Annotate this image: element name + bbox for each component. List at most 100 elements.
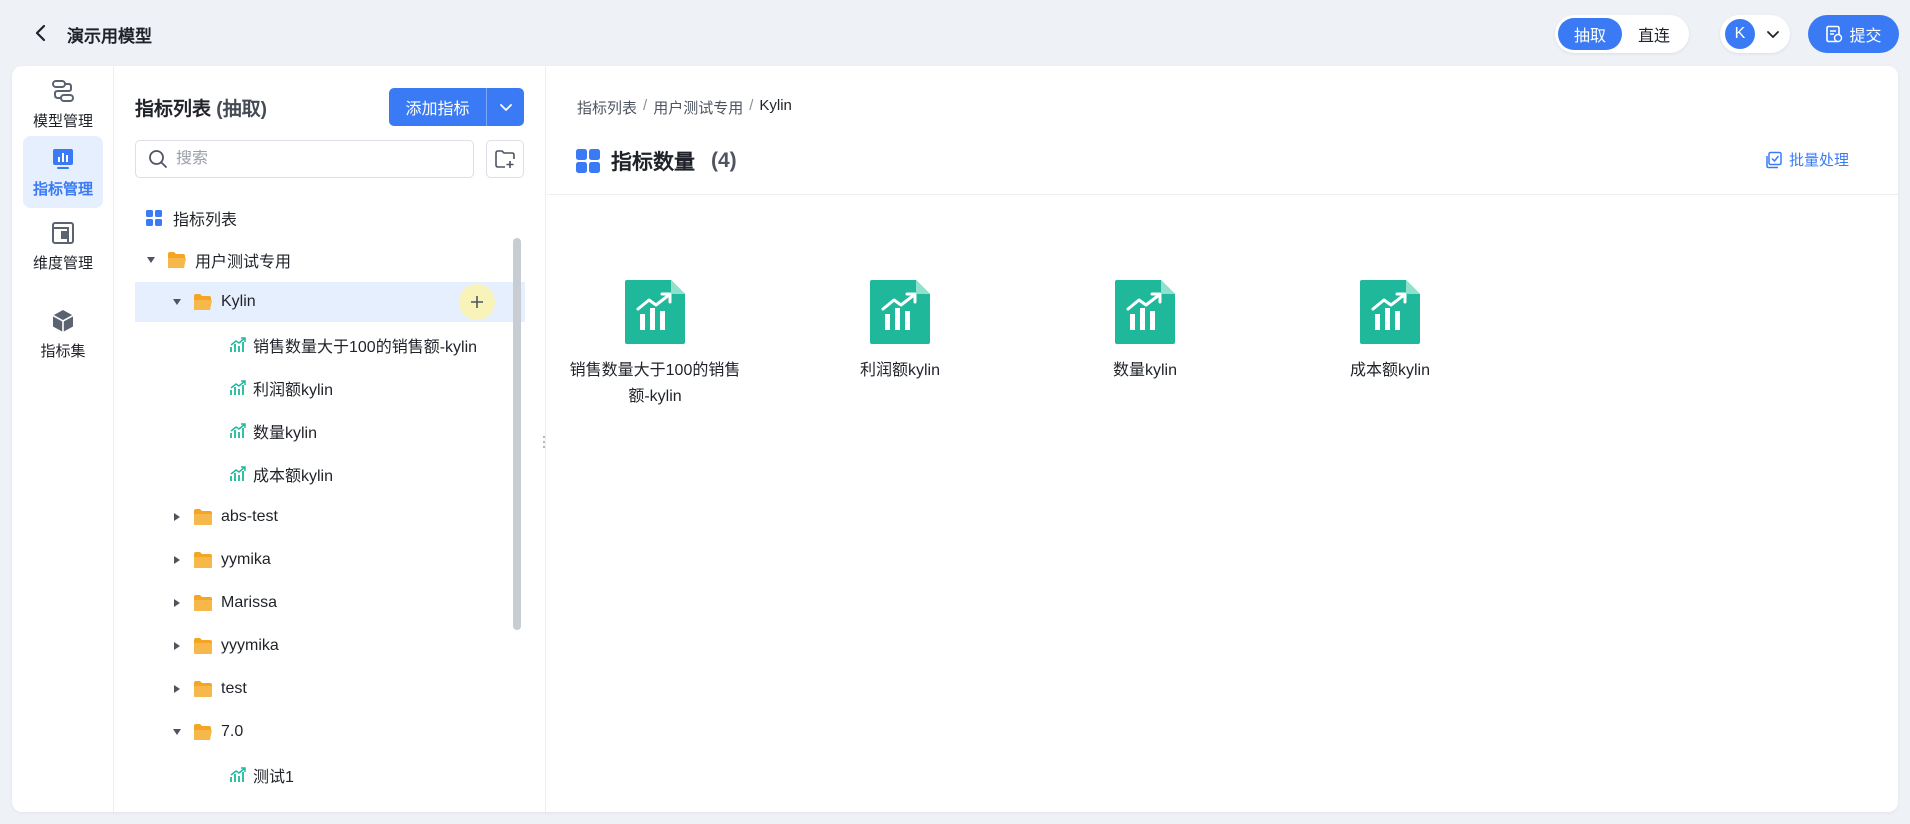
tree-folder[interactable]: abs-test (135, 497, 525, 537)
tree-folder[interactable]: yyymika (135, 626, 525, 666)
nav-item-metric-set[interactable]: 指标集 (23, 298, 103, 370)
metric-trend-icon (230, 380, 246, 395)
tree-scrollbar[interactable] (513, 238, 521, 630)
batch-process-button[interactable]: 批量处理 (1765, 149, 1849, 170)
tree-metric[interactable]: 测试1 (135, 755, 525, 795)
metric-trend-icon (230, 767, 246, 782)
metric-card[interactable]: 销售数量大于100的销售额-kylin (560, 278, 750, 410)
grid-icon (146, 210, 162, 226)
tree-metric[interactable]: 利润额kylin (135, 368, 525, 408)
search-icon (149, 150, 167, 168)
folder-icon (194, 681, 212, 697)
page-title: 指标数量 (611, 151, 695, 174)
search-box (135, 140, 474, 178)
metric-card-label: 利润额kylin (859, 362, 940, 379)
breadcrumb-item[interactable]: 用户测试专用 (653, 97, 743, 118)
metric-card[interactable]: 数量kylin (1050, 278, 1240, 384)
nav-label-dimension: 维度管理 (32, 254, 93, 272)
metric-trend-icon (230, 337, 246, 352)
add-child-button[interactable] (459, 284, 495, 320)
content-header: 指标数量 (4) (575, 146, 737, 176)
mode-direct-button[interactable]: 直连 (1622, 18, 1686, 50)
tree-folder-label: Marissa (221, 594, 278, 611)
tree-folder-label: 用户测试专用 (195, 254, 292, 271)
breadcrumb-item[interactable]: 指标列表 (577, 97, 637, 118)
metric-file-icon (870, 280, 930, 344)
metric-card-label: 数量kylin (1112, 362, 1177, 379)
folder-icon (194, 638, 212, 654)
add-metric-button[interactable]: 添加指标 (389, 88, 486, 126)
tree-folder[interactable]: test (135, 669, 525, 709)
metric-file-icon (625, 280, 685, 344)
user-menu[interactable]: K (1720, 15, 1790, 53)
folder-open-icon (194, 294, 212, 310)
metric-card[interactable]: 利润额kylin (805, 278, 995, 384)
metric-file-icon (1115, 280, 1175, 344)
metric-card[interactable]: 成本额kylin (1295, 278, 1485, 384)
nav-item-dimension[interactable]: 维度管理 (23, 210, 103, 282)
back-button[interactable] (28, 20, 54, 46)
metric-trend-icon (230, 466, 246, 481)
folder-open-icon (194, 724, 212, 740)
tree-metric[interactable]: 销售数量大于100的销售额-kylin (135, 325, 525, 365)
tree-folder[interactable]: 用户测试专用 (135, 240, 525, 280)
grid-icon (576, 149, 600, 173)
breadcrumb-separator: / (643, 97, 648, 114)
add-metric-dropdown-button[interactable] (486, 88, 524, 126)
folder-open-icon (168, 252, 186, 268)
tree-metric[interactable]: 数量kylin (135, 411, 525, 451)
top-bar: 演示用模型 抽取 直连 K 提交 (0, 0, 1910, 66)
drag-dots-icon (543, 436, 545, 448)
tree-folder-label: Kylin (221, 293, 256, 310)
metric-chart-icon (53, 148, 73, 169)
metric-tree-panel: 指标列表 (抽取) 添加指标 指标列表 用户测试专用 (114, 66, 546, 812)
tree-metric[interactable]: 成本额kylin (135, 454, 525, 494)
tree-folder-label: test (221, 680, 247, 697)
new-folder-button[interactable] (486, 140, 524, 178)
tree-metric-label: 数量kylin (253, 425, 318, 442)
plus-icon (471, 296, 483, 308)
side-nav: 模型管理 指标管理 维度管理 指标集 (12, 66, 114, 812)
tree-folder[interactable]: 7.0 (135, 712, 525, 752)
caret-down-icon (173, 729, 181, 735)
batch-check-icon (1766, 151, 1782, 168)
chevron-down-icon (1767, 31, 1779, 38)
mode-extract-button[interactable]: 抽取 (1558, 18, 1622, 50)
tree-folder-label: 7.0 (221, 723, 244, 740)
metric-card-label: 成本额kylin (1349, 362, 1430, 379)
tree-folder-label: abs-test (221, 508, 278, 525)
nav-label-metric-set: 指标集 (40, 342, 86, 360)
nav-label-metrics: 指标管理 (32, 180, 93, 198)
metric-trend-icon (230, 423, 246, 438)
main-card: 模型管理 指标管理 维度管理 指标集 指标列表 (抽取) 添加指标 搜索 指标列… (12, 66, 1898, 812)
breadcrumb-current: Kylin (759, 97, 792, 114)
add-metric-group: 添加指标 (389, 88, 524, 126)
caret-right-icon (174, 556, 180, 564)
content-area: 指标列表 / 用户测试专用 / Kylin 指标数量 (4) 批量处理 销售数量… (547, 66, 1898, 812)
tree-metric-label: 利润额kylin (253, 382, 334, 399)
tree-metric-label: 销售数量大于100的销售额-kylin (253, 339, 478, 356)
search-input[interactable] (176, 150, 456, 168)
cube-icon (52, 309, 74, 332)
tree-folder-selected[interactable]: Kylin (135, 282, 525, 322)
tree-folder-label: yymika (221, 551, 271, 568)
caret-down-icon (147, 257, 155, 263)
tree-folder[interactable]: Marissa (135, 583, 525, 623)
metric-card-label: 销售数量大于100的销售额-kylin (569, 362, 741, 405)
submit-doc-icon (1826, 25, 1843, 43)
nav-item-model[interactable]: 模型管理 (23, 68, 103, 140)
folder-icon (194, 509, 212, 525)
folder-icon (194, 595, 212, 611)
breadcrumb: 指标列表 / 用户测试专用 / Kylin (577, 97, 792, 118)
caret-right-icon (174, 513, 180, 521)
tree-root[interactable]: 指标列表 (135, 198, 525, 238)
nav-item-metrics[interactable]: 指标管理 (23, 136, 103, 208)
content-divider (547, 194, 1898, 195)
folder-icon (194, 552, 212, 568)
submit-button[interactable]: 提交 (1808, 15, 1899, 53)
dimension-icon (52, 221, 74, 244)
caret-right-icon (174, 599, 180, 607)
submit-label: 提交 (1849, 28, 1882, 45)
chevron-down-icon (499, 104, 512, 111)
tree-folder[interactable]: yymika (135, 540, 525, 580)
